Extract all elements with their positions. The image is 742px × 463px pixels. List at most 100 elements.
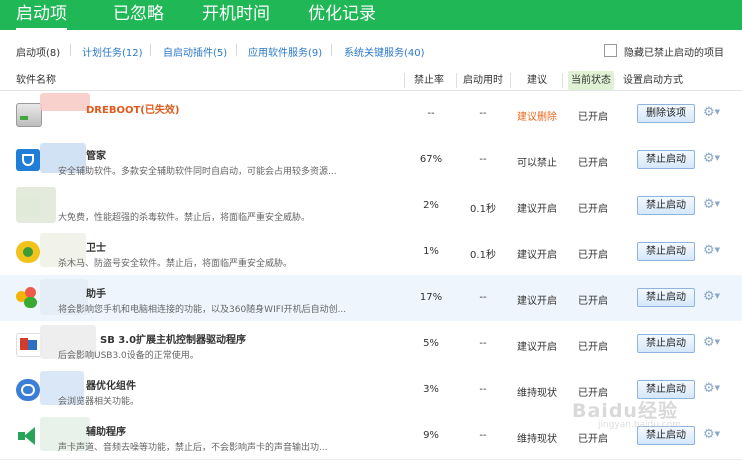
row-ban-rate: 2%	[423, 200, 439, 211]
filter-bar: 启动项(8) 计划任务(12) 自启动插件(5) 应用软件服务(9) 系统关键服…	[0, 30, 742, 72]
gear-icon[interactable]: ⚙▼	[703, 198, 723, 212]
table-row[interactable]: 卫士 杀木马、防盗号安全软件。禁止后，将面临严重安全威胁。 1% 0.1秒 建议…	[0, 229, 742, 276]
browser-ring	[21, 384, 35, 396]
row-suggestion: 维持现状	[517, 434, 557, 445]
gear-icon[interactable]: ⚙▼	[703, 290, 723, 304]
col-set-mode: 设置启动方式	[623, 75, 683, 86]
row-suggestion: 建议开启	[517, 204, 557, 215]
row-name: 器优化组件	[86, 381, 136, 392]
driver-blue-block	[28, 340, 37, 350]
row-state: 已开启	[578, 158, 608, 169]
filter-app-services[interactable]: 应用软件服务(9)	[248, 44, 322, 59]
tab-ignored[interactable]: 已忽略	[113, 0, 164, 30]
row-suggestion: 可以禁止	[517, 158, 557, 169]
row-ban-rate: --	[427, 108, 435, 119]
filter-startup-items[interactable]: 启动项(8)	[16, 44, 60, 59]
blurred-area	[40, 93, 90, 111]
row-name: 管家	[86, 151, 106, 162]
row-name: 助手	[86, 289, 106, 300]
table-row[interactable]: 助手 将会影响您手机和电脑相连接的功能，以及360随身WIFI开机后自动创...…	[0, 275, 742, 322]
disable-startup-button[interactable]: 禁止启动	[637, 196, 695, 215]
driver-red-block	[20, 338, 28, 350]
baidu-watermark-url: jingyan.baidu.com	[598, 420, 682, 430]
row-name: 卫士	[86, 243, 106, 254]
col-software[interactable]: 软件名称	[16, 71, 56, 90]
col-startup-time[interactable]: 启动用时	[463, 71, 503, 90]
gear-icon[interactable]: ⚙▼	[703, 106, 723, 120]
col-divider	[510, 73, 511, 88]
col-current-state[interactable]: 当前状态	[568, 71, 614, 90]
drive-icon	[16, 103, 42, 127]
hide-disabled-label: 隐藏已禁止启动的项目	[624, 48, 724, 59]
top-tab-bar: 启动项 已忽略 开机时间 优化记录	[0, 0, 742, 30]
gear-icon[interactable]: ⚙▼	[703, 428, 723, 442]
assistant-icon	[16, 287, 40, 309]
gear-icon[interactable]: ⚙▼	[703, 336, 723, 350]
row-startup-time: --	[479, 430, 487, 441]
row-state: 已开启	[578, 250, 608, 261]
row-ban-rate: 9%	[423, 430, 439, 441]
table-row[interactable]: 大免费，性能超强的杀毒软件。禁止后，将面临严重安全威胁。 2% 0.1秒 建议开…	[0, 183, 742, 230]
disable-startup-button[interactable]: 禁止启动	[637, 150, 695, 169]
row-suggestion: 建议删除	[517, 112, 557, 123]
baidu-watermark: Baidu经验	[572, 400, 678, 422]
col-divider	[456, 73, 457, 88]
shield-shape	[22, 154, 34, 166]
row-state: 已开启	[578, 342, 608, 353]
disable-startup-button[interactable]: 禁止启动	[637, 334, 695, 353]
col-suggestion[interactable]: 建议	[527, 71, 547, 90]
tab-boot-time[interactable]: 开机时间	[202, 0, 270, 30]
table-row[interactable]: DREBOOT(已失效) -- -- 建议删除 已开启 删除该项 ⚙▼	[0, 91, 742, 138]
row-state: 已开启	[578, 434, 608, 445]
col-divider	[404, 73, 405, 88]
row-description: 声卡声道、音频去噪等功能，禁止后，不会影响声卡的声音输出功...	[58, 443, 328, 453]
row-startup-time: --	[479, 292, 487, 303]
row-description: 后会影响USB3.0设备的正常使用。	[58, 351, 199, 361]
table-row[interactable]: 管家 安全辅助软件。多款安全辅助软件同时自启动，可能会占用较多资源... 67%…	[0, 137, 742, 184]
filter-startup-plugins[interactable]: 自启动插件(5)	[163, 44, 227, 59]
speaker-icon	[16, 425, 40, 447]
filter-system-services[interactable]: 系统关键服务(40)	[344, 44, 425, 59]
gear-icon[interactable]: ⚙▼	[703, 152, 723, 166]
row-startup-time: 0.1秒	[470, 250, 496, 261]
row-name: DREBOOT(已失效)	[86, 105, 180, 116]
row-startup-time: --	[479, 384, 487, 395]
row-ban-rate: 3%	[423, 384, 439, 395]
filter-divider	[70, 44, 71, 56]
filter-scheduled-tasks[interactable]: 计划任务(12)	[82, 44, 143, 59]
row-suggestion: 建议开启	[517, 250, 557, 261]
shield-icon	[16, 149, 40, 171]
gear-icon[interactable]: ⚙▼	[703, 244, 723, 258]
row-startup-time: 0.1秒	[470, 204, 496, 215]
drive-led-icon	[20, 116, 28, 120]
disable-startup-button[interactable]: 禁止启动	[637, 288, 695, 307]
row-ban-rate: 5%	[423, 338, 439, 349]
row-suggestion: 建议开启	[517, 342, 557, 353]
filter-divider	[150, 44, 151, 56]
row-state: 已开启	[578, 204, 608, 215]
filter-divider	[236, 44, 237, 56]
tab-startup[interactable]: 启动项	[16, 0, 67, 30]
hide-disabled-checkbox[interactable]	[604, 44, 617, 57]
browser-icon	[16, 379, 40, 401]
row-ban-rate: 1%	[423, 246, 439, 257]
row-suggestion: 建议开启	[517, 296, 557, 307]
row-state: 已开启	[578, 112, 608, 123]
usb-driver-icon	[16, 333, 42, 357]
col-divider	[562, 73, 563, 88]
col-ban-rate[interactable]: 禁止率	[414, 71, 444, 90]
filter-divider	[331, 44, 332, 56]
gear-icon[interactable]: ⚙▼	[703, 382, 723, 396]
row-startup-time: --	[479, 108, 487, 119]
tab-optimize-log[interactable]: 优化记录	[308, 0, 376, 30]
delete-item-button[interactable]: 删除该项	[637, 104, 695, 123]
row-startup-time: --	[479, 338, 487, 349]
table-row[interactable]: SB 3.0扩展主机控制器驱动程序 后会影响USB3.0设备的正常使用。 5% …	[0, 321, 742, 368]
disable-startup-button[interactable]: 禁止启动	[637, 242, 695, 261]
petal-green	[24, 297, 37, 308]
row-suggestion: 维持现状	[517, 388, 557, 399]
blurred-area	[16, 187, 56, 223]
row-description: 安全辅助软件。多款安全辅助软件同时自启动，可能会占用较多资源...	[58, 167, 337, 177]
row-name: SB 3.0扩展主机控制器驱动程序	[100, 335, 247, 346]
row-description: 大免费，性能超强的杀毒软件。禁止后，将面临严重安全威胁。	[58, 213, 311, 223]
